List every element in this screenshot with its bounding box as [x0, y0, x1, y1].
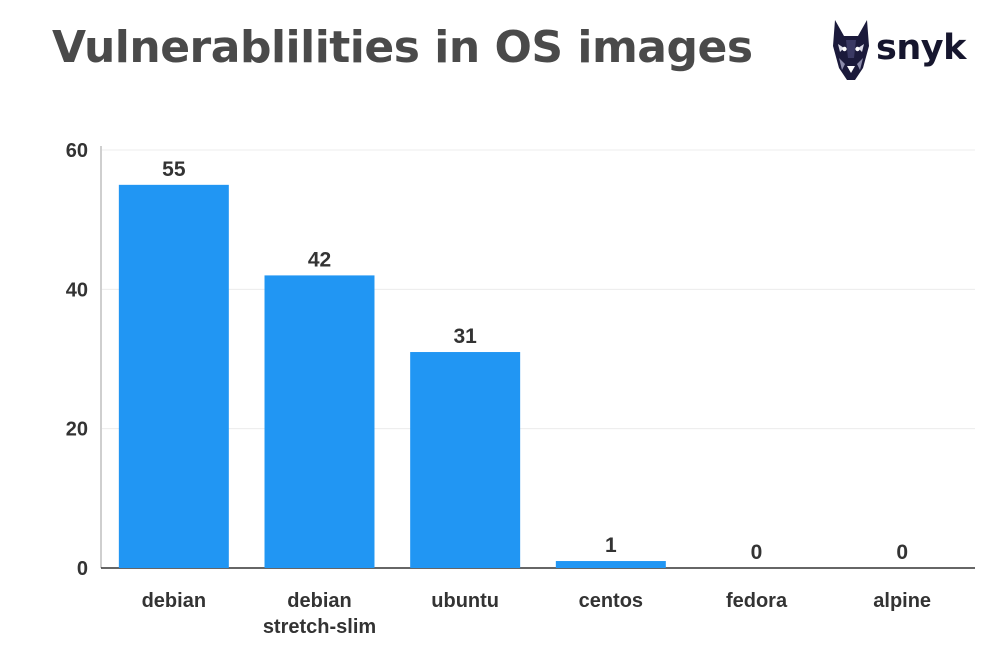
x-tick-label: fedora	[726, 590, 788, 612]
data-label: 42	[308, 248, 331, 271]
y-tick-label: 40	[66, 279, 88, 301]
x-tick-label: centos	[579, 590, 643, 612]
data-label: 0	[896, 541, 908, 564]
y-tick-label: 60	[66, 140, 88, 162]
gridlines	[101, 149, 975, 430]
bar-chart: 0 20 40 60 55 debian 42 debian stretch-slim 31 ubu…	[66, 140, 975, 638]
x-tick-label: debian stretch-slim	[263, 590, 376, 638]
bar	[410, 352, 521, 568]
bar	[264, 275, 375, 568]
data-label: 0	[751, 541, 763, 564]
x-tick-label: alpine	[873, 590, 931, 612]
x-tick-label: debian	[142, 590, 206, 612]
bar	[118, 184, 229, 569]
data-label: 55	[162, 158, 186, 181]
x-tick-label: ubuntu	[431, 590, 499, 612]
bar	[555, 561, 666, 568]
axes	[100, 146, 975, 569]
y-tick-label: 20	[66, 419, 88, 441]
y-tick-label: 0	[77, 558, 88, 580]
data-label: 1	[605, 534, 617, 557]
data-label: 31	[453, 325, 477, 348]
bars	[118, 184, 666, 569]
